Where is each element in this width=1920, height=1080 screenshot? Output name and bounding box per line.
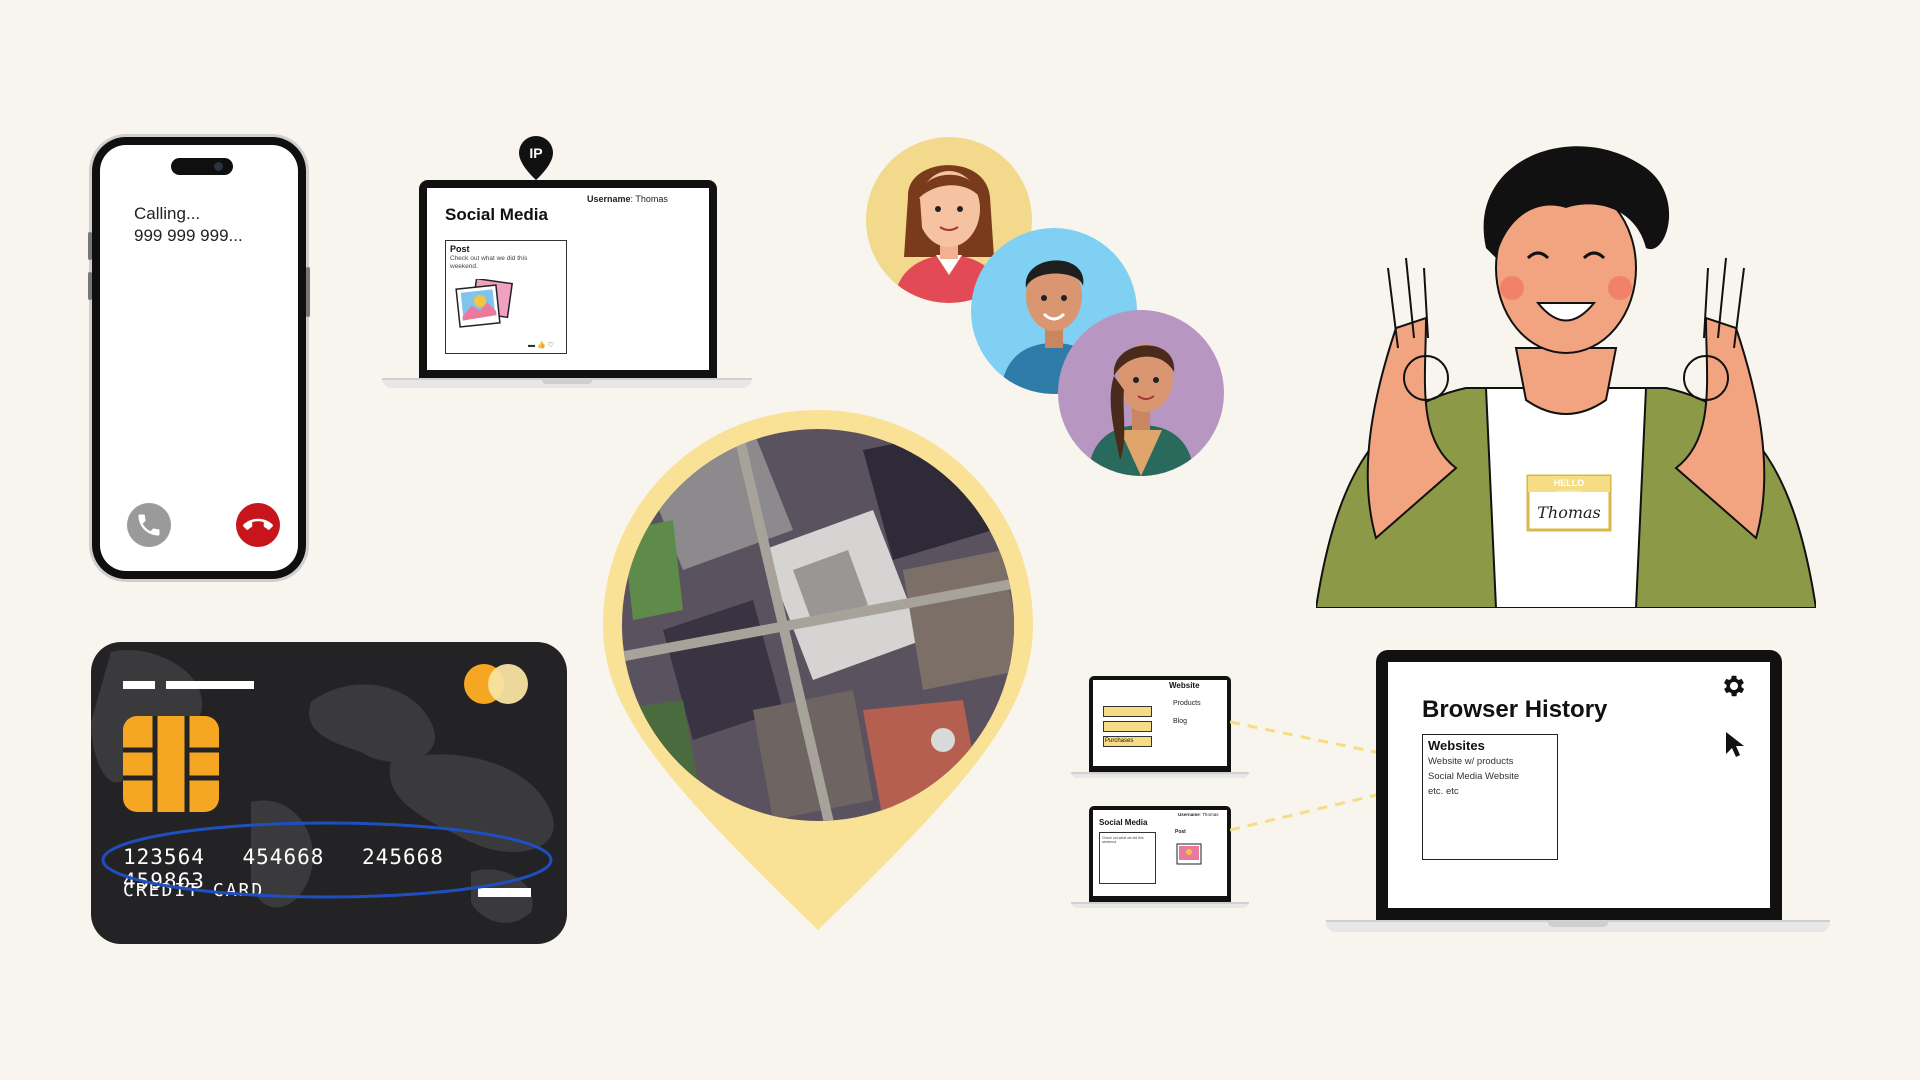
username-value: Thomas bbox=[635, 194, 668, 204]
phone-screen: Calling... 999 999 999... bbox=[100, 145, 298, 571]
person-illustration: HELLO MY NAME IS Thomas bbox=[1316, 146, 1816, 608]
page-title: Browser History bbox=[1422, 696, 1608, 723]
avatar-woman-2 bbox=[1058, 310, 1224, 476]
laptop-screen: Browser History Websites Website w/ prod… bbox=[1376, 650, 1782, 920]
browser-history-laptop: Browser History Websites Website w/ prod… bbox=[1326, 650, 1830, 938]
content-block bbox=[1103, 721, 1152, 732]
page-title: Social Media bbox=[1099, 818, 1148, 827]
post-card[interactable]: Post Check out what we did this weekend.… bbox=[445, 240, 567, 354]
post-title: Post bbox=[450, 244, 470, 254]
content-block bbox=[1103, 706, 1152, 717]
nav-link-products[interactable]: Products bbox=[1173, 700, 1201, 707]
username-label: Username bbox=[587, 194, 631, 204]
smartphone: Calling... 999 999 999... bbox=[88, 137, 310, 579]
heart-icon[interactable]: ♡ bbox=[548, 342, 554, 349]
phone-decline-icon bbox=[243, 518, 273, 530]
map-location-pin bbox=[603, 410, 1033, 930]
websites-heading: Websites bbox=[1428, 738, 1485, 753]
history-item[interactable]: etc. etc bbox=[1428, 785, 1552, 798]
card-chip-icon bbox=[123, 716, 219, 812]
highlight-oval bbox=[101, 821, 553, 899]
gear-icon[interactable] bbox=[1720, 672, 1748, 700]
laptop-notch bbox=[1548, 922, 1608, 927]
phone-volume-button bbox=[88, 272, 92, 300]
browser-history-page: Browser History Websites Website w/ prod… bbox=[1388, 662, 1770, 908]
card-network-logo bbox=[488, 664, 528, 704]
phone-accept-icon bbox=[138, 514, 160, 536]
small-social-laptop: Username: Thomas Social Media Check out … bbox=[1071, 806, 1249, 908]
photo-icon bbox=[455, 279, 514, 328]
name-tag-name: Thomas bbox=[1537, 503, 1601, 522]
username-display: Username: Thomas bbox=[1178, 812, 1219, 817]
laptop-base bbox=[1071, 772, 1249, 778]
laptop-base bbox=[1071, 902, 1249, 908]
page-title: Website bbox=[1169, 681, 1200, 690]
phone-power-button bbox=[306, 267, 310, 317]
call-status: Calling... bbox=[134, 204, 201, 223]
laptop-screen: Username: Thomas Social Media Check out … bbox=[1089, 806, 1231, 902]
history-item[interactable]: Social Media Website bbox=[1428, 770, 1552, 783]
history-item[interactable]: Website w/ products bbox=[1428, 755, 1552, 768]
small-social-page: Username: Thomas Social Media Check out … bbox=[1093, 810, 1227, 896]
purchases-button[interactable]: Purchases bbox=[1103, 736, 1152, 747]
laptop-notch bbox=[542, 380, 592, 384]
name-tag: HELLO MY NAME IS Thomas bbox=[1526, 474, 1612, 532]
page-title: Social Media bbox=[445, 205, 548, 224]
post-body: Check out what we did this weekend. bbox=[450, 255, 528, 270]
cursor-icon bbox=[1726, 732, 1744, 757]
username-value: Thomas bbox=[1202, 812, 1219, 817]
website-laptop: Website Products Blog Purchases bbox=[1071, 676, 1249, 778]
social-media-page: Username: Thomas Social Media Post Check… bbox=[427, 188, 709, 370]
call-info: Calling... 999 999 999... bbox=[134, 203, 243, 247]
websites-panel: Websites Website w/ products Social Medi… bbox=[1422, 734, 1558, 860]
ip-location-pin-icon: IP bbox=[519, 136, 553, 180]
comment-icon[interactable]: ▬ bbox=[528, 342, 535, 349]
post-title: Post bbox=[1175, 829, 1186, 835]
post-body: Check out what we did this weekend. bbox=[1102, 836, 1144, 844]
social-media-laptop: Username: Thomas Social Media Post Check… bbox=[382, 180, 752, 392]
phone-volume-button bbox=[88, 232, 92, 260]
accept-call-button[interactable] bbox=[127, 503, 171, 547]
call-number: 999 999 999... bbox=[134, 226, 243, 245]
name-tag-sub: MY NAME IS bbox=[1557, 489, 1581, 494]
like-icon[interactable]: 👍 bbox=[537, 342, 546, 349]
post-card[interactable]: Check out what we did this weekend. bbox=[1099, 832, 1156, 884]
nav-link-blog[interactable]: Blog bbox=[1173, 718, 1187, 725]
card-stripe bbox=[166, 681, 254, 689]
laptop-screen: Username: Thomas Social Media Post Check… bbox=[419, 180, 717, 378]
name-tag-hello: HELLO bbox=[1554, 478, 1585, 488]
username-label: Username bbox=[1178, 812, 1200, 817]
photo-icon bbox=[1176, 843, 1202, 865]
card-stripe bbox=[123, 681, 155, 689]
credit-card: 123564 454668 245668 459863 CREDIT CARD bbox=[91, 642, 567, 944]
decline-call-button[interactable] bbox=[236, 503, 280, 547]
ip-label: IP bbox=[529, 145, 542, 161]
laptop-screen: Website Products Blog Purchases bbox=[1089, 676, 1231, 772]
post-actions: ▬ 👍 ♡ bbox=[528, 341, 554, 349]
username-display: Username: Thomas bbox=[587, 194, 668, 204]
website-page: Website Products Blog Purchases bbox=[1093, 680, 1227, 766]
phone-notch bbox=[171, 158, 233, 175]
